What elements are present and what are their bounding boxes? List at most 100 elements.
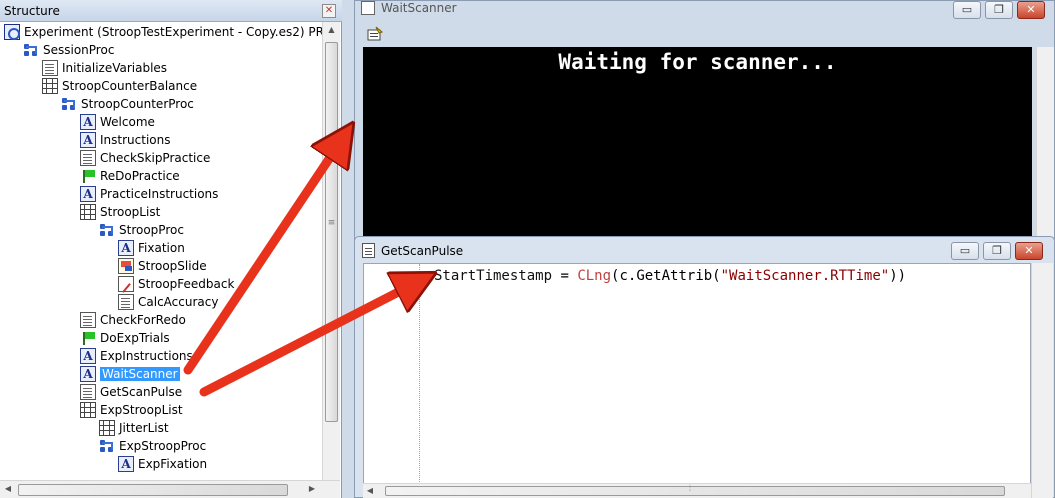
scanner-display-canvas: Waiting for scanner... (363, 47, 1032, 237)
tree-item-label: GetScanPulse (100, 385, 183, 399)
tree-item[interactable]: A Welcome (80, 113, 155, 131)
slide-icon (118, 258, 134, 274)
tree-item-label: StroopFeedback (138, 277, 235, 291)
tree-item-label: CheckSkipPractice (100, 151, 211, 165)
structure-tree: Experiment (StroopTestExperiment - Copy.… (0, 22, 322, 480)
inline-script-icon (80, 384, 96, 400)
procedure-icon (61, 96, 77, 112)
tree-item-label: ExpInstructions (100, 349, 193, 363)
tree-item[interactable]: A ExpFixation (118, 455, 207, 473)
editor-scroll-left-icon[interactable]: ◀ (363, 484, 377, 498)
tree-item[interactable]: A PracticeInstructions (80, 185, 218, 203)
experiment-icon (4, 24, 20, 40)
tree-item[interactable]: Experiment (StroopTestExperiment - Copy.… (4, 23, 322, 41)
tree-item[interactable]: ReDoPractice (80, 167, 180, 185)
splitter-grip-icon (344, 130, 348, 140)
wait-scanner-minimize-button[interactable]: ▭ (953, 1, 981, 19)
tree-item[interactable]: ExpStroopProc (99, 437, 206, 455)
tree-item[interactable]: InitializeVariables (42, 59, 167, 77)
text-display-icon: A (80, 186, 96, 202)
tree-item[interactable]: StroopCounterProc (61, 95, 194, 113)
tree-item-label: Experiment (StroopTestExperiment - Copy.… (24, 25, 322, 39)
wait-scanner-close-button[interactable]: ✕ (1017, 1, 1045, 19)
tree-item[interactable]: StroopFeedback (118, 275, 234, 293)
tree-item[interactable]: CheckSkipPractice (80, 149, 210, 167)
code-operator: = (552, 268, 578, 284)
text-display-icon: A (118, 240, 134, 256)
tree-item-label: StroopCounterProc (81, 97, 194, 111)
tree-item[interactable]: CalcAccuracy (118, 293, 218, 311)
structure-close-button[interactable]: ✕ (322, 4, 336, 18)
tree-item[interactable]: StroopProc (99, 221, 184, 239)
code-call-open: (c.GetAttrib( (611, 268, 721, 284)
script-editor[interactable]: StartTimestamp = CLng(c.GetAttrib("WaitS… (363, 263, 1031, 486)
text-display-icon: A (118, 456, 134, 472)
tree-item-label: JitterList (119, 421, 169, 435)
wait-scanner-vertical-scrollbar[interactable] (1036, 47, 1054, 237)
get-scan-pulse-restore-button[interactable]: ❐ (983, 242, 1011, 260)
tree-item-label: PracticeInstructions (100, 187, 219, 201)
tree-item[interactable]: CheckForRedo (80, 311, 186, 329)
structure-panel: Structure ✕ Experiment (StroopTestExperi… (0, 0, 342, 498)
editor-horizontal-scrollbar[interactable]: ◀ ⦙ (363, 483, 1031, 498)
editor-vertical-scrollbar[interactable] (1031, 263, 1053, 498)
text-display-icon: A (80, 114, 96, 130)
list-icon (99, 420, 115, 436)
tree-item-label: SessionProc (43, 43, 115, 57)
tree-item[interactable]: StroopSlide (118, 257, 207, 275)
procedure-icon (99, 222, 115, 238)
tree-item[interactable]: A Fixation (118, 239, 185, 257)
list-icon (80, 204, 96, 220)
tree-item-label: StroopList (100, 205, 161, 219)
tree-item-label: ExpFixation (138, 457, 208, 471)
editor-gutter (364, 264, 420, 486)
tree-item[interactable]: GetScanPulse (80, 383, 182, 401)
wait-scanner-restore-button[interactable]: ❐ (985, 1, 1013, 19)
code-string: "WaitScanner.RTTime" (720, 268, 890, 284)
tree-item-label: Welcome (100, 115, 155, 129)
tree-item-label: ReDoPractice (100, 169, 180, 183)
tree-hscroll-thumb[interactable] (18, 484, 288, 496)
label-flag-icon (80, 168, 96, 184)
code-line-1[interactable]: StartTimestamp = CLng(c.GetAttrib("WaitS… (434, 268, 906, 284)
tree-horizontal-scrollbar[interactable]: ◀ ▶ (0, 480, 340, 498)
tree-item[interactable]: JitterList (99, 419, 169, 437)
procedure-icon (99, 438, 115, 454)
list-icon (42, 78, 58, 94)
list-icon (80, 402, 96, 418)
tree-item-label: Fixation (138, 241, 185, 255)
tree-item-label: WaitScanner (100, 367, 180, 381)
tree-item[interactable]: A ExpInstructions (80, 347, 193, 365)
tree-item-label: StroopProc (119, 223, 184, 237)
inline-script-icon (42, 60, 58, 76)
scroll-up-arrow-icon[interactable]: ▲ (323, 22, 340, 38)
tree-item-label: DoExpTrials (100, 331, 170, 345)
code-function: CLng (577, 268, 612, 284)
tree-item[interactable]: DoExpTrials (80, 329, 170, 347)
tree-item[interactable]: ExpStroopList (80, 401, 183, 419)
scroll-right-arrow-icon[interactable]: ▶ (304, 481, 320, 498)
scroll-grip-icon: ≡ (327, 218, 336, 228)
get-scan-pulse-minimize-button[interactable]: ▭ (951, 242, 979, 260)
tree-item-label: StroopSlide (138, 259, 207, 273)
tree-item[interactable]: SessionProc (23, 41, 114, 59)
scroll-left-arrow-icon[interactable]: ◀ (0, 481, 16, 498)
text-display-icon: A (80, 348, 96, 364)
tree-scroll-thumb[interactable] (325, 42, 338, 422)
tree-item[interactable]: A Instructions (80, 131, 170, 149)
structure-title: Structure (4, 4, 60, 18)
panel-splitter[interactable] (343, 0, 349, 498)
tree-item[interactable]: A WaitScanner (80, 365, 180, 383)
tree-vertical-scrollbar[interactable]: ▲ ≡ (322, 22, 340, 480)
tree-item[interactable]: StroopCounterBalance (42, 77, 197, 95)
tree-item-label: CalcAccuracy (138, 295, 219, 309)
tree-item-label: CheckForRedo (100, 313, 186, 327)
get-scan-pulse-close-button[interactable]: ✕ (1015, 242, 1043, 260)
inline-script-icon (80, 150, 96, 166)
properties-icon[interactable] (367, 26, 384, 42)
tree-item[interactable]: StroopList (80, 203, 160, 221)
procedure-icon (23, 42, 39, 58)
feedback-icon (118, 276, 134, 292)
text-display-icon: A (80, 132, 96, 148)
code-variable: StartTimestamp (434, 268, 553, 284)
